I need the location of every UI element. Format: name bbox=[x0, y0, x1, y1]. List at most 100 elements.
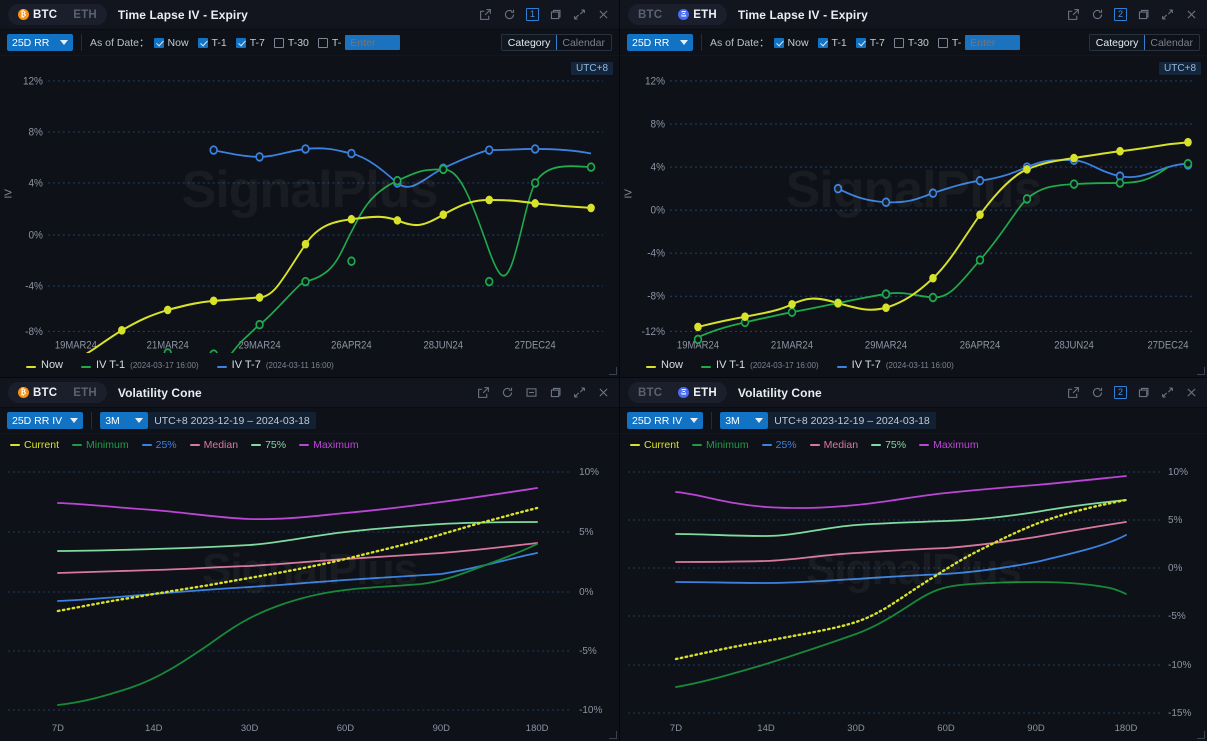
resize-handle[interactable] bbox=[609, 367, 617, 375]
legend-item[interactable]: Minimum bbox=[72, 439, 129, 451]
refresh-icon[interactable] bbox=[500, 385, 515, 400]
legend-item[interactable]: Minimum bbox=[692, 439, 749, 451]
window-index-badge[interactable]: 1 bbox=[526, 8, 539, 21]
legend-item[interactable]: IV T-1(2024-03-17 16:00) bbox=[701, 359, 819, 371]
resize-handle[interactable] bbox=[1197, 367, 1205, 375]
legend-item[interactable]: Now bbox=[646, 359, 683, 371]
date-range-label[interactable]: UTC+8 2023-12-19 – 2024-03-18 bbox=[768, 412, 936, 429]
asset-chip-btc[interactable]: BTC bbox=[631, 384, 669, 401]
legend-swatch bbox=[646, 366, 656, 368]
duplicate-icon[interactable] bbox=[548, 7, 563, 22]
metric-select[interactable]: 25D RR IV bbox=[7, 412, 83, 429]
metric-select[interactable]: 25D RR bbox=[627, 34, 693, 51]
resize-handle[interactable] bbox=[1197, 731, 1205, 739]
checkbox-t-custom[interactable]: T- bbox=[318, 35, 400, 50]
window-index-badge[interactable]: 2 bbox=[1114, 386, 1127, 399]
asset-chip-btc[interactable]: ₿ BTC bbox=[11, 384, 64, 401]
legend-item[interactable]: Current bbox=[630, 439, 679, 451]
checkbox-t30[interactable]: T-30 bbox=[894, 37, 929, 49]
y-axis-label: IV bbox=[4, 189, 15, 198]
close-icon[interactable] bbox=[1184, 385, 1199, 400]
tab-calendar[interactable]: Calendar bbox=[556, 35, 611, 50]
tab-category[interactable]: Category bbox=[1089, 34, 1146, 51]
checkbox-t-custom[interactable]: T- bbox=[938, 35, 1020, 50]
legend-label: 75% bbox=[885, 439, 906, 451]
legend-item[interactable]: IV T-1(2024-03-17 16:00) bbox=[81, 359, 199, 371]
external-link-icon[interactable] bbox=[1066, 385, 1081, 400]
legend-item[interactable]: IV T-7(2024-03-11 16:00) bbox=[837, 359, 954, 371]
asset-chip-eth[interactable]: ETH bbox=[66, 384, 104, 401]
legend-item[interactable]: 75% bbox=[871, 439, 906, 451]
close-icon[interactable] bbox=[1184, 7, 1199, 22]
asset-chip-eth[interactable]: Ξ ETH bbox=[671, 6, 724, 23]
external-link-icon[interactable] bbox=[1066, 7, 1081, 22]
checkbox-t1[interactable]: T-1 bbox=[818, 37, 847, 49]
window-index-badge[interactable]: 2 bbox=[1114, 8, 1127, 21]
custom-days-input[interactable] bbox=[345, 35, 400, 50]
chart-time-lapse-eth: SignalPlus UTC+8 IV 12%8%4% 0%-4%-8%-12% bbox=[620, 56, 1207, 353]
page-title: Time Lapse IV - Expiry bbox=[118, 8, 248, 22]
expand-icon[interactable] bbox=[572, 7, 587, 22]
duplicate-icon[interactable] bbox=[548, 385, 563, 400]
asset-chip-btc[interactable]: BTC bbox=[631, 6, 669, 23]
external-link-icon[interactable] bbox=[476, 385, 491, 400]
minimize-icon[interactable] bbox=[524, 385, 539, 400]
checkbox-t30[interactable]: T-30 bbox=[274, 37, 309, 49]
asset-toggle[interactable]: BTC Ξ ETH bbox=[628, 4, 727, 25]
legend-item[interactable]: Median bbox=[810, 439, 858, 451]
legend-item[interactable]: Median bbox=[190, 439, 238, 451]
close-icon[interactable] bbox=[596, 7, 611, 22]
legend-item[interactable]: IV T-7(2024-03-11 16:00) bbox=[217, 359, 334, 371]
close-icon[interactable] bbox=[596, 385, 611, 400]
checkbox-t7[interactable]: T-7 bbox=[856, 37, 885, 49]
period-select-value: 3M bbox=[105, 415, 120, 427]
metric-select-value: 25D RR IV bbox=[12, 415, 62, 427]
checkbox-now[interactable]: Now bbox=[774, 37, 809, 49]
asset-toggle[interactable]: BTC Ξ ETH bbox=[628, 382, 727, 403]
asset-chip-eth[interactable]: ETH bbox=[66, 6, 104, 23]
external-link-icon[interactable] bbox=[478, 7, 493, 22]
expand-icon[interactable] bbox=[1160, 385, 1175, 400]
svg-text:0%: 0% bbox=[651, 204, 666, 217]
period-select[interactable]: 3M bbox=[720, 412, 768, 429]
legend-item[interactable]: Maximum bbox=[299, 439, 359, 451]
expand-icon[interactable] bbox=[572, 385, 587, 400]
checkbox-t7[interactable]: T-7 bbox=[236, 37, 265, 49]
metric-select[interactable]: 25D RR bbox=[7, 34, 73, 51]
period-select[interactable]: 3M bbox=[100, 412, 148, 429]
tab-calendar[interactable]: Calendar bbox=[1144, 35, 1199, 50]
refresh-icon[interactable] bbox=[502, 7, 517, 22]
checkbox-t1[interactable]: T-1 bbox=[198, 37, 227, 49]
legend-item[interactable]: Now bbox=[26, 359, 63, 371]
asset-label-eth: ETH bbox=[693, 9, 717, 21]
legend-item[interactable]: 25% bbox=[762, 439, 797, 451]
checkbox-now[interactable]: Now bbox=[154, 37, 189, 49]
metric-select[interactable]: 25D RR IV bbox=[627, 412, 703, 429]
metric-select-value: 25D RR IV bbox=[632, 415, 682, 427]
control-bar: 25D RR As of Date： Now T-1 T-7 T-30 T- C… bbox=[620, 30, 1207, 56]
tab-category[interactable]: Category bbox=[501, 34, 558, 51]
refresh-icon[interactable] bbox=[1090, 7, 1105, 22]
refresh-icon[interactable] bbox=[1090, 385, 1105, 400]
legend-item[interactable]: 75% bbox=[251, 439, 286, 451]
legend-label: Minimum bbox=[706, 439, 749, 451]
svg-text:-10%: -10% bbox=[579, 705, 602, 716]
asset-chip-eth[interactable]: Ξ ETH bbox=[671, 384, 724, 401]
resize-handle[interactable] bbox=[609, 731, 617, 739]
view-mode-toggle[interactable]: Category Calendar bbox=[1089, 34, 1200, 51]
legend-item[interactable]: 25% bbox=[142, 439, 177, 451]
expand-icon[interactable] bbox=[1160, 7, 1175, 22]
asset-chip-btc[interactable]: ₿ BTC bbox=[11, 6, 64, 23]
custom-days-input[interactable] bbox=[965, 35, 1020, 50]
legend-item[interactable]: Maximum bbox=[919, 439, 979, 451]
view-mode-toggle[interactable]: Category Calendar bbox=[501, 34, 612, 51]
duplicate-icon[interactable] bbox=[1136, 7, 1151, 22]
legend-label: Current bbox=[24, 439, 59, 451]
duplicate-icon[interactable] bbox=[1136, 385, 1151, 400]
legend-item[interactable]: Current bbox=[10, 439, 59, 451]
asset-toggle[interactable]: ₿ BTC ETH bbox=[8, 382, 107, 403]
checkbox-label: T- bbox=[952, 37, 961, 49]
asset-label-eth: ETH bbox=[73, 387, 97, 399]
asset-toggle[interactable]: ₿ BTC ETH bbox=[8, 4, 107, 25]
date-range-label[interactable]: UTC+8 2023-12-19 – 2024-03-18 bbox=[148, 412, 316, 429]
